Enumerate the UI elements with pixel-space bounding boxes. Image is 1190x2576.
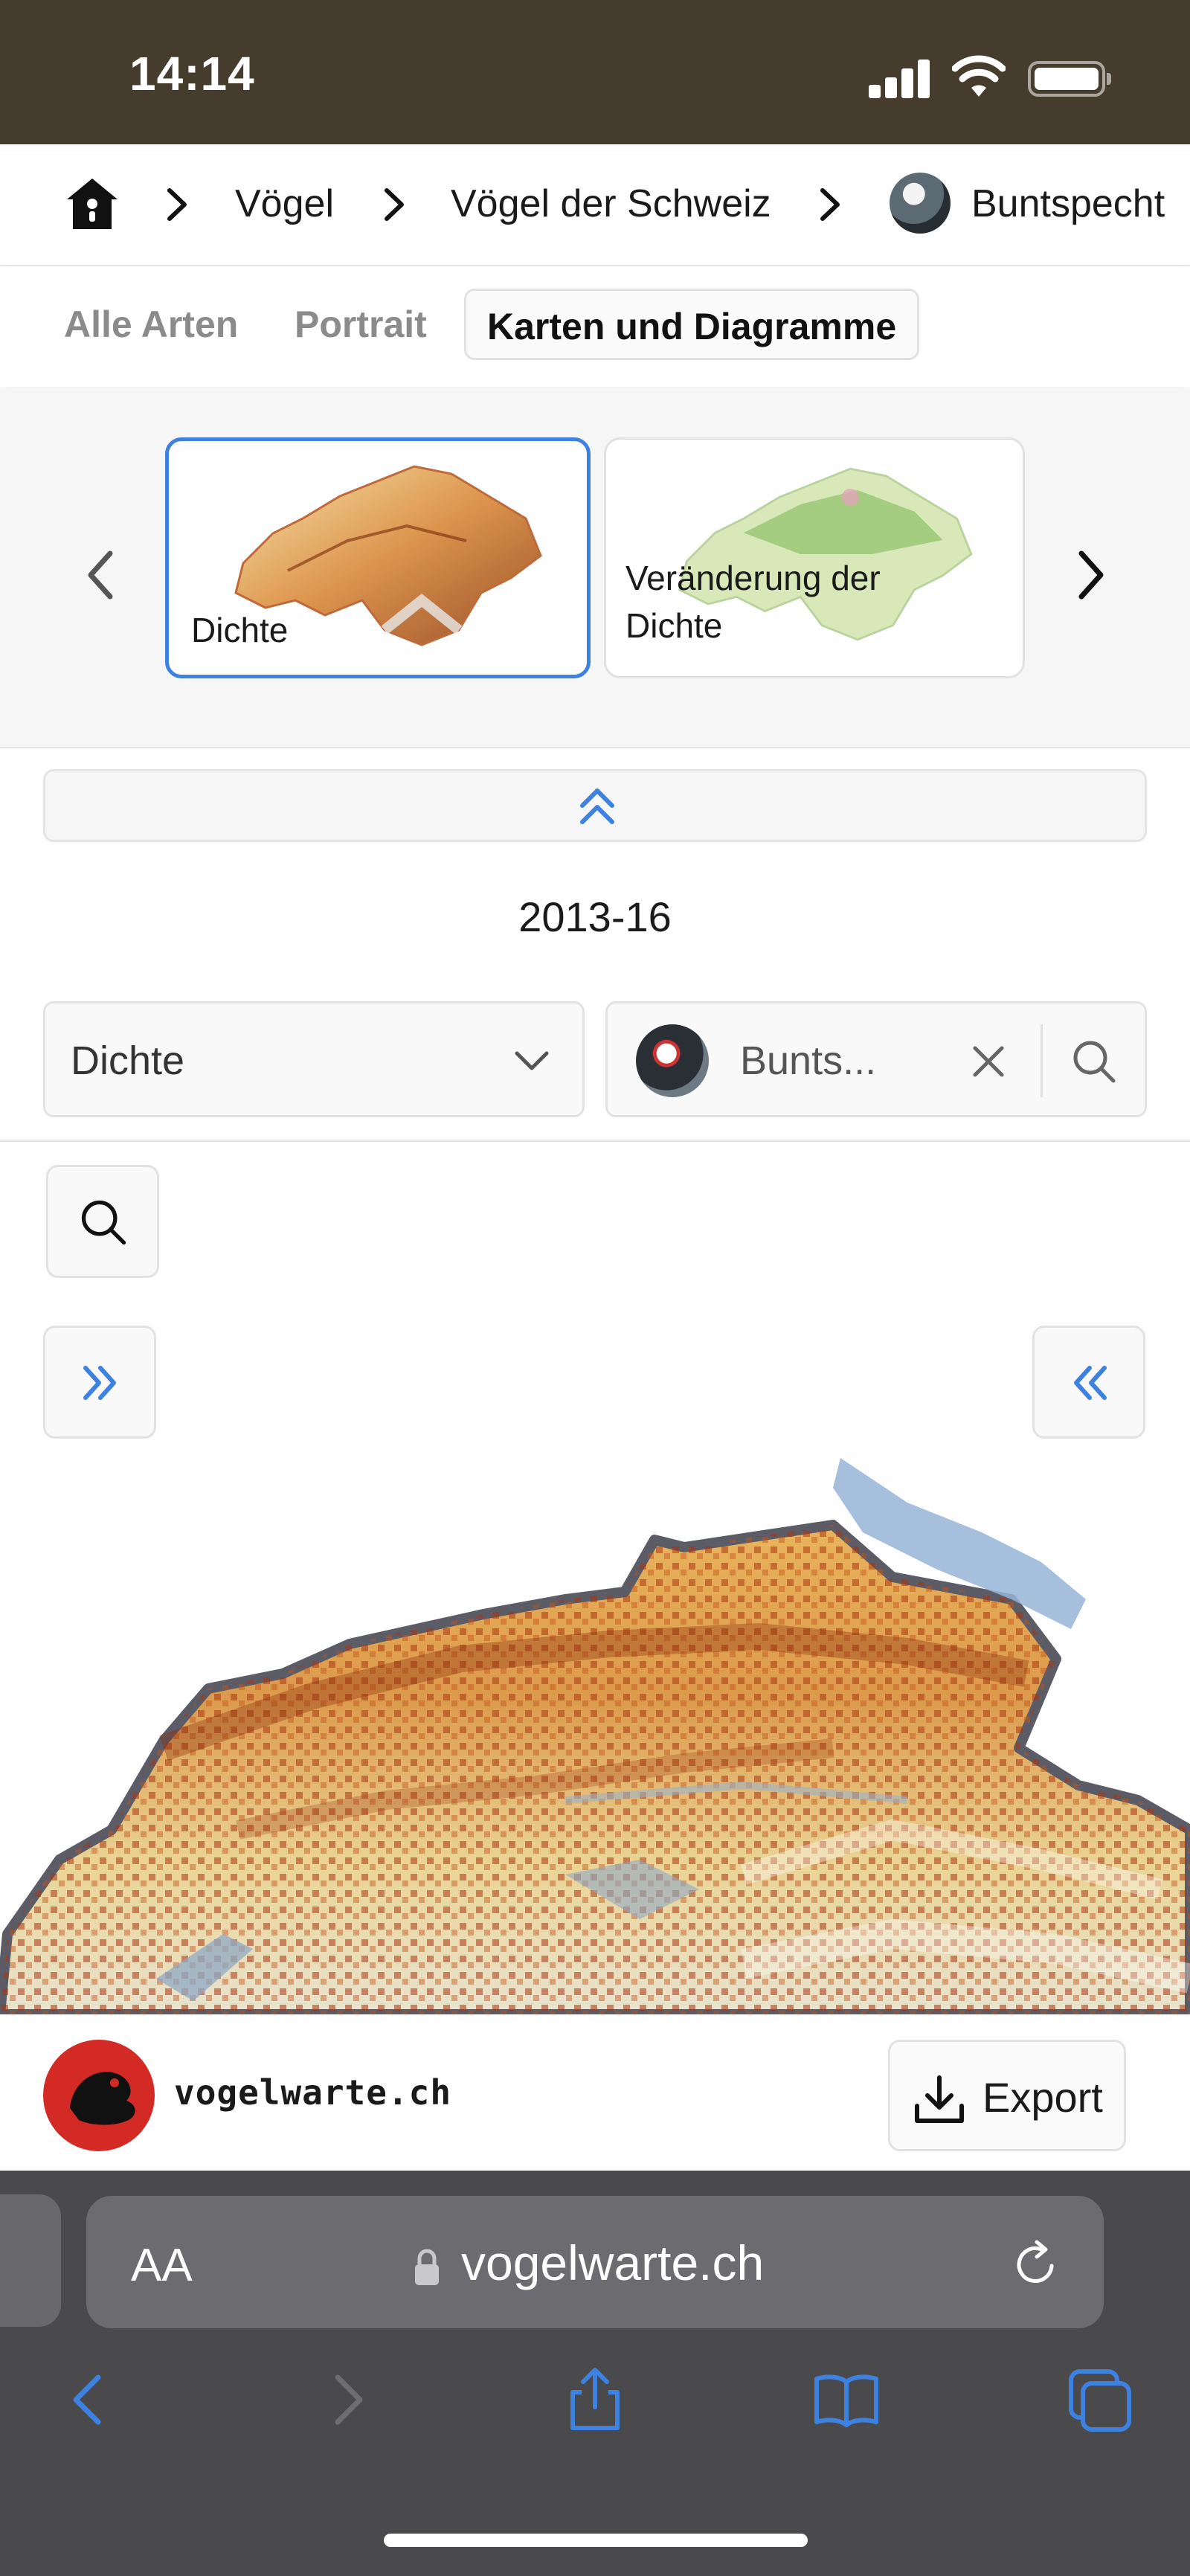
reload-icon[interactable] (1009, 2238, 1062, 2291)
species-search-value[interactable]: Bunts... (740, 1038, 876, 1084)
tab-karten-und-diagramme[interactable]: Karten und Diagramme (464, 289, 920, 360)
back-icon[interactable] (54, 2364, 125, 2435)
previous-tab-preview[interactable] (0, 2194, 61, 2327)
period-label: 2013-16 (518, 893, 672, 940)
breadcrumb-item-voegel-der-schweiz[interactable]: Vögel der Schweiz (451, 182, 771, 226)
species-avatar (636, 1024, 709, 1097)
tabs-icon[interactable] (1064, 2364, 1135, 2435)
url-text[interactable]: vogelwarte.ch (461, 2235, 764, 2291)
collapse-toggle-bar[interactable] (43, 769, 1147, 842)
map-card-veraenderung-der-dichte[interactable]: Veränderung der Dichte (604, 437, 1025, 678)
breadcrumb: Vögel Vögel der Schweiz Buntspecht (0, 144, 1190, 266)
species-avatar (890, 173, 951, 234)
cellular-signal-icon (869, 60, 931, 98)
divider (0, 1140, 1190, 1142)
download-icon (915, 2075, 964, 2123)
page-footer: vogelwarte.ch Export (0, 2014, 1190, 2171)
wifi-icon (952, 55, 1006, 97)
search-icon[interactable] (1069, 1036, 1119, 1087)
address-bar[interactable]: AA vogelwarte.ch (86, 2196, 1104, 2328)
double-chevron-right-icon (83, 1366, 116, 1400)
status-time: 14:14 (129, 47, 255, 100)
breadcrumb-item-buntspecht[interactable]: Buntspecht (971, 182, 1165, 226)
map-card-dichte-label: Dichte (191, 611, 289, 649)
tab-portrait[interactable]: Portrait (295, 289, 427, 360)
share-icon[interactable] (559, 2364, 631, 2435)
chevron-left-icon[interactable] (79, 542, 123, 608)
browser-toolbar: AA vogelwarte.ch (0, 2171, 1190, 2576)
metric-select-value: Dichte (71, 1038, 185, 1083)
vogelwarte-logo[interactable] (43, 2040, 155, 2151)
chevron-right-icon (820, 188, 840, 221)
map-card-veraenderung-label: Veränderung der Dichte (625, 559, 881, 646)
home-icon[interactable] (62, 174, 122, 234)
map-type-carousel: Dichte Veränderung der Dichte (0, 388, 1190, 748)
close-icon[interactable] (968, 1041, 1009, 1082)
export-button[interactable]: Export (888, 2040, 1126, 2151)
chevron-right-icon (167, 188, 187, 221)
home-indicator (384, 2534, 808, 2547)
text-size-button[interactable]: AA (131, 2239, 193, 2292)
chevron-down-icon (515, 1051, 549, 1070)
chevron-right-icon (385, 188, 404, 221)
tab-alle-arten[interactable]: Alle Arten (64, 289, 238, 360)
search-icon (81, 1200, 126, 1245)
forward-icon[interactable] (311, 2364, 382, 2435)
breadcrumb-item-voegel[interactable]: Vögel (235, 182, 334, 226)
species-search-field[interactable]: Bunts... (605, 1001, 1147, 1117)
brand-name: vogelwarte.ch (174, 2072, 452, 2113)
metric-select[interactable]: Dichte (43, 1001, 585, 1117)
section-tabs: Alle Arten Portrait Karten und Diagramme (0, 266, 1190, 387)
map-search-button[interactable] (46, 1165, 159, 1278)
export-label: Export (982, 2074, 1103, 2121)
double-chevron-up-icon (580, 788, 614, 824)
battery-icon (1028, 61, 1111, 97)
bookmarks-icon[interactable] (811, 2364, 882, 2435)
map-card-dichte[interactable]: Dichte (165, 437, 591, 678)
double-chevron-left-icon (1074, 1366, 1107, 1400)
chevron-right-icon[interactable] (1068, 542, 1113, 608)
density-map[interactable] (0, 1413, 1190, 2014)
status-bar: 14:14 (0, 0, 1190, 144)
divider (1041, 1024, 1043, 1097)
lock-icon (415, 2249, 439, 2285)
